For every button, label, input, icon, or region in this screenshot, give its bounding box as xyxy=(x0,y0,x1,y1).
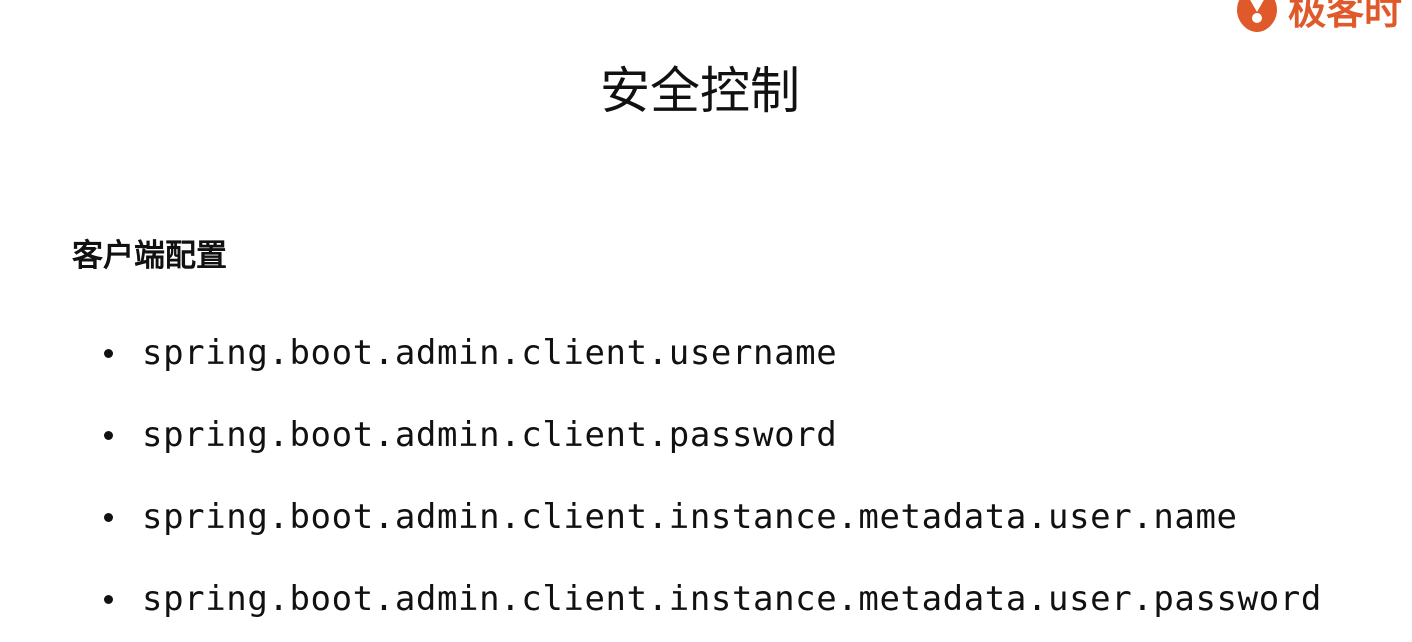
list-item: spring.boot.admin.client.username xyxy=(100,312,1322,394)
config-property-text: spring.boot.admin.client.password xyxy=(142,415,838,455)
bullet-icon xyxy=(104,594,113,604)
bullet-icon xyxy=(104,430,113,440)
config-property-text: spring.boot.admin.client.instance.metada… xyxy=(142,497,1238,537)
slide-title: 安全控制 xyxy=(600,62,800,120)
list-item: spring.boot.admin.client.password xyxy=(100,394,1322,476)
list-item: spring.boot.admin.client.instance.metada… xyxy=(100,476,1322,558)
brand-logo: 极客时 xyxy=(1234,0,1402,36)
bullet-icon xyxy=(104,512,113,522)
bullet-icon xyxy=(104,348,113,358)
brand-logo-text: 极客时 xyxy=(1288,0,1403,33)
config-property-text: spring.boot.admin.client.username xyxy=(142,333,838,373)
config-property-text: spring.boot.admin.client.instance.metada… xyxy=(142,579,1322,619)
geektime-logo-icon xyxy=(1237,0,1277,32)
config-property-list: spring.boot.admin.client.username spring… xyxy=(100,312,1322,640)
slide: 极客时 安全控制 客户端配置 spring.boot.admin.client.… xyxy=(0,0,1412,642)
section-heading: 客户端配置 xyxy=(72,238,227,274)
list-item: spring.boot.admin.client.instance.metada… xyxy=(100,558,1322,640)
